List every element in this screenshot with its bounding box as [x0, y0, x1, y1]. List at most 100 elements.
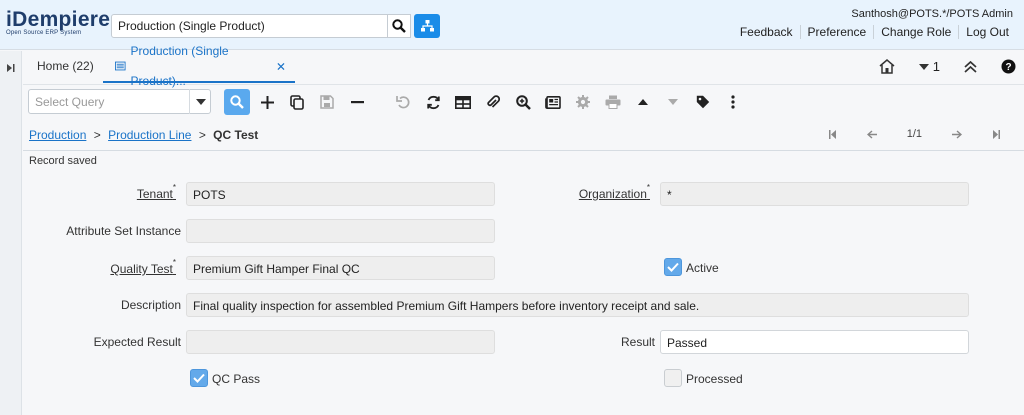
quality-test-label-text: Quality Test	[110, 262, 173, 276]
organization-field[interactable]: *	[660, 182, 969, 206]
quality-test-field[interactable]: Premium Gift Hamper Final QC	[186, 256, 495, 280]
previous-record-button[interactable]	[631, 90, 655, 114]
tab-production-single-product[interactable]: Production (Single Product)...	[103, 44, 295, 88]
description-field[interactable]: Final quality inspection for assembled P…	[186, 293, 969, 317]
zoom-in-icon	[515, 94, 531, 110]
caret-up-icon	[638, 99, 648, 105]
processed-label: Processed	[686, 372, 743, 386]
process-button[interactable]	[571, 90, 595, 114]
query-dropdown-button[interactable]	[189, 89, 211, 114]
caret-down-icon	[195, 98, 206, 105]
save-button[interactable]	[315, 90, 339, 114]
window-list-dropdown[interactable]: 1	[918, 59, 940, 74]
close-icon[interactable]	[277, 62, 285, 71]
printer-icon	[605, 95, 621, 109]
print-button[interactable]	[601, 90, 625, 114]
change-role-link[interactable]: Change Role	[873, 25, 958, 39]
window-count: 1	[932, 59, 940, 74]
save-icon	[320, 95, 334, 109]
logout-link[interactable]: Log Out	[958, 25, 1016, 39]
active-label: Active	[686, 261, 719, 275]
previous-arrow-icon[interactable]	[866, 129, 877, 139]
quality-test-label: Quality Test*	[110, 258, 176, 276]
grid-icon	[455, 95, 471, 109]
qc-pass-checkbox[interactable]	[190, 369, 208, 387]
divider	[23, 150, 1024, 151]
delete-button[interactable]	[345, 90, 369, 114]
undo-button[interactable]	[391, 90, 415, 114]
collapse-up-icon[interactable]	[964, 60, 977, 73]
caret-down-icon	[918, 63, 929, 70]
search-button[interactable]	[387, 14, 411, 38]
west-panel-collapsed	[0, 51, 22, 415]
checkmark-icon	[193, 373, 205, 383]
header-links: Feedback Preference Change Role Log Out	[733, 25, 1016, 39]
first-record-icon[interactable]	[828, 129, 837, 139]
global-search-input[interactable]: Production (Single Product)	[111, 14, 388, 38]
description-label: Description	[120, 298, 181, 312]
tab-actions: 1 ?	[879, 59, 1016, 74]
idempiere-logo[interactable]: iDempiere Open Source ERP System	[6, 9, 110, 39]
copy-icon	[290, 94, 304, 110]
user-role-label: Santhosh@POTS.*/POTS Admin	[851, 8, 1013, 20]
paperclip-icon	[487, 94, 500, 108]
record-position: 1/1	[906, 128, 922, 140]
toggle-grid-button[interactable]	[451, 90, 475, 114]
attribute-set-instance-field[interactable]	[186, 219, 495, 243]
processed-checkbox[interactable]	[664, 369, 682, 387]
breadcrumb-current: QC Test	[213, 128, 259, 142]
attachment-button[interactable]	[481, 90, 505, 114]
breadcrumb-separator: >	[198, 128, 206, 142]
breadcrumb-production[interactable]: Production	[29, 128, 86, 142]
tenant-field[interactable]: POTS	[186, 182, 495, 206]
menu-tree-button[interactable]	[414, 14, 440, 38]
breadcrumb: Production > Production Line > QC Test	[29, 128, 258, 142]
copy-record-button[interactable]	[285, 90, 309, 114]
zoom-across-button[interactable]	[511, 90, 535, 114]
breadcrumb-separator: >	[93, 128, 101, 142]
refresh-button[interactable]	[421, 90, 445, 114]
organization-label: Organization*	[578, 183, 650, 201]
next-record-button[interactable]	[661, 90, 685, 114]
result-label: Result	[620, 335, 655, 349]
search-query-button[interactable]	[224, 89, 250, 115]
svg-text:?: ?	[1005, 62, 1011, 73]
checkmark-icon	[667, 262, 679, 272]
more-options-button[interactable]	[721, 90, 745, 114]
breadcrumb-production-line[interactable]: Production Line	[108, 128, 191, 142]
tag-button[interactable]	[691, 90, 715, 114]
minus-icon	[350, 100, 364, 103]
new-record-button[interactable]	[255, 90, 279, 114]
select-query-input[interactable]: Select Query	[28, 89, 211, 114]
kebab-menu-icon	[731, 95, 735, 109]
tenant-label-text: Tenant	[136, 187, 173, 201]
expand-panel-icon[interactable]	[6, 63, 15, 73]
next-arrow-icon[interactable]	[952, 129, 962, 139]
toolbar: Select Query	[23, 86, 1024, 118]
search-icon	[230, 95, 244, 109]
organization-label-text: Organization	[578, 187, 647, 201]
plus-icon	[260, 95, 274, 109]
tag-icon	[696, 95, 710, 109]
window-icon	[115, 61, 126, 71]
help-icon[interactable]: ?	[1001, 59, 1016, 74]
undo-icon	[395, 96, 409, 109]
feedback-link[interactable]: Feedback	[733, 25, 800, 39]
home-icon[interactable]	[879, 59, 895, 74]
active-checkbox[interactable]	[664, 258, 682, 276]
newspaper-icon	[545, 95, 561, 109]
expected-result-field[interactable]	[186, 330, 495, 354]
last-record-icon[interactable]	[992, 129, 1000, 139]
sitemap-icon	[420, 20, 434, 32]
report-button[interactable]	[541, 90, 565, 114]
tenant-label: Tenant*	[136, 183, 176, 201]
tab-home[interactable]: Home (22)	[27, 51, 104, 83]
search-icon	[392, 19, 406, 33]
status-message: Record saved	[29, 155, 97, 167]
result-field[interactable]: Passed	[660, 330, 969, 354]
refresh-icon	[426, 95, 440, 109]
caret-down-icon	[668, 99, 678, 105]
preference-link[interactable]: Preference	[799, 25, 874, 39]
record-navigation: 1/1	[828, 128, 1000, 140]
attribute-set-instance-label: Attribute Set Instance	[66, 224, 181, 238]
